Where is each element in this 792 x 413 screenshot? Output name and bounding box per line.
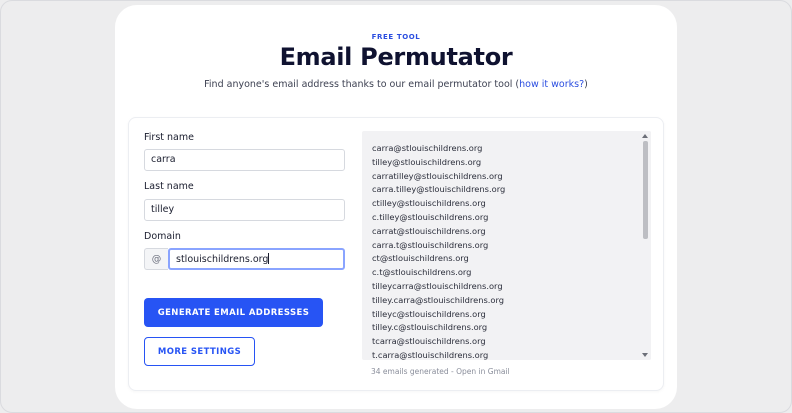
eyebrow-label: FREE TOOL	[371, 33, 421, 41]
subtitle-suffix: )	[584, 79, 588, 90]
open-in-gmail-link[interactable]: Open in Gmail	[456, 367, 510, 376]
email-list-item[interactable]: tcarra@stlouischildrens.org	[372, 335, 505, 349]
email-list-item[interactable]: carra@stlouischildrens.org	[372, 142, 505, 156]
email-list-item[interactable]: t.carra@stlouischildrens.org	[372, 349, 505, 360]
email-list-item[interactable]: tilley.carra@stlouischildrens.org	[372, 294, 505, 308]
last-name-input[interactable]: tilley	[144, 199, 345, 221]
email-list-item[interactable]: ct@stlouischildrens.org	[372, 252, 505, 266]
scroll-down-arrow-icon[interactable]	[642, 353, 648, 357]
subtitle-text: Find anyone's email address thanks to ou…	[204, 79, 520, 90]
email-list-item[interactable]: carra.t@stlouischildrens.org	[372, 239, 505, 253]
domain-at-prefix: @	[144, 248, 168, 270]
email-list-item[interactable]: tilleyc@stlouischildrens.org	[372, 308, 505, 322]
scroll-thumb[interactable]	[643, 141, 648, 239]
email-list-item[interactable]: c.tilley@stlouischildrens.org	[372, 211, 505, 225]
email-list-item[interactable]: carra.tilley@stlouischildrens.org	[372, 183, 505, 197]
results-scrollbar[interactable]	[640, 131, 651, 360]
first-name-input[interactable]: carra	[144, 149, 345, 171]
email-list-item[interactable]: tilley.c@stlouischildrens.org	[372, 321, 505, 335]
footer-separator: -	[451, 367, 454, 376]
page-subtitle: Find anyone's email address thanks to ou…	[115, 79, 677, 90]
email-list-item[interactable]: tilley@stlouischildrens.org	[372, 156, 505, 170]
last-name-label: Last name	[144, 181, 194, 192]
email-list-item[interactable]: carratilley@stlouischildrens.org	[372, 170, 505, 184]
email-list: carra@stlouischildrens.org tilley@stlouis…	[372, 142, 505, 360]
domain-input[interactable]: stlouischildrens.org	[168, 248, 345, 270]
email-list-item[interactable]: tilleycarra@stlouischildrens.org	[372, 280, 505, 294]
page-title: Email Permutator	[279, 43, 513, 71]
scroll-up-arrow-icon[interactable]	[642, 134, 648, 138]
text-caret	[268, 253, 270, 264]
email-list-item[interactable]: carrat@stlouischildrens.org	[372, 225, 505, 239]
results-footer: 34 emails generated - Open in Gmail	[371, 367, 510, 376]
emails-count: 34 emails generated	[371, 367, 449, 376]
email-list-item[interactable]: ctilley@stlouischildrens.org	[372, 197, 505, 211]
domain-value: stlouischildrens.org	[176, 254, 269, 265]
more-settings-button[interactable]: MORE SETTINGS	[144, 337, 255, 366]
first-name-label: First name	[144, 132, 194, 143]
how-it-works-link[interactable]: how it works?	[519, 79, 584, 90]
generate-email-addresses-button[interactable]: GENERATE EMAIL ADDRESSES	[144, 298, 323, 327]
email-list-item[interactable]: c.t@stlouischildrens.org	[372, 266, 505, 280]
domain-label: Domain	[144, 231, 181, 242]
results-list-box[interactable]: carra@stlouischildrens.org tilley@stlouis…	[362, 131, 651, 360]
